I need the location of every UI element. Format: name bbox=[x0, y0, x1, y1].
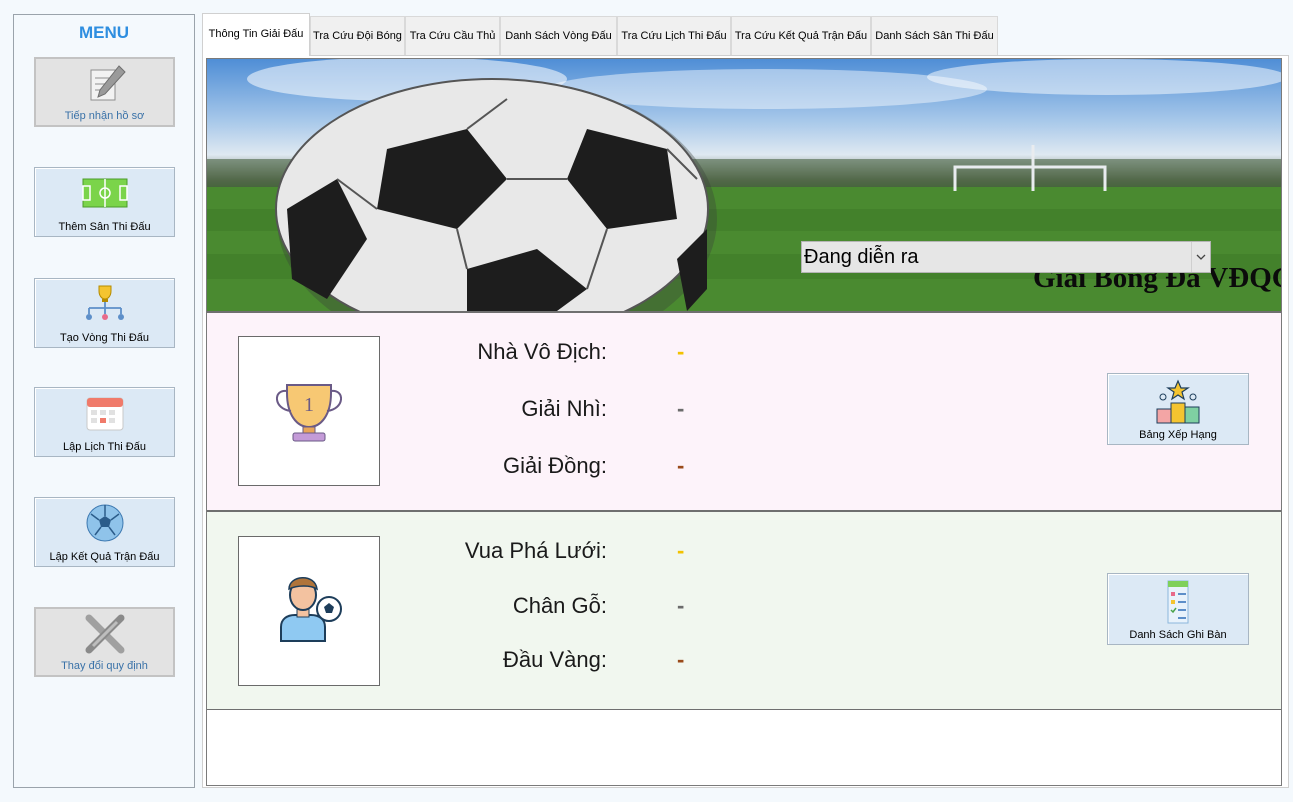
awards-section: 1 Nhà Vô Địch: - Giải Nhì: - Giải Đồng: … bbox=[207, 311, 1281, 510]
menu-button-label: Tiếp nhận hồ sơ bbox=[64, 110, 145, 122]
wooden-foot-value: - bbox=[677, 593, 685, 618]
status-selected-value: Đang diễn ra bbox=[804, 246, 919, 268]
podium-icon bbox=[1156, 379, 1200, 424]
ranking-table-button[interactable]: Bảng Xếp Hạng bbox=[1107, 373, 1249, 445]
menu-button-receive-profile[interactable]: Tiếp nhận hồ sơ bbox=[34, 57, 175, 127]
menu-title: MENU bbox=[78, 23, 130, 42]
ranking-table-label: Bảng Xếp Hạng bbox=[1139, 429, 1217, 441]
tab-result-lookup[interactable]: Tra Cứu Kết Quả Trận Đấu bbox=[731, 16, 871, 55]
tab-stadium-list[interactable]: Danh Sách Sân Thi Đấu bbox=[871, 16, 998, 55]
pencil-ruler-icon bbox=[85, 614, 124, 654]
menu-button-label: Thêm Sân Thi Đấu bbox=[58, 221, 151, 233]
tab-schedule-lookup[interactable]: Tra Cứu Lịch Thi Đấu bbox=[617, 16, 731, 55]
top-scorer-value: - bbox=[677, 538, 685, 563]
calendar-icon bbox=[86, 397, 123, 431]
scorer-list-button[interactable]: Danh Sách Ghi Bàn bbox=[1107, 573, 1249, 645]
tournament-bracket-icon bbox=[85, 285, 124, 320]
champion-value: - bbox=[677, 339, 685, 364]
banner: Giải Bóng Đá VĐQG 2019 bbox=[207, 59, 1281, 311]
chevron-down-icon bbox=[1191, 242, 1206, 272]
third-place-label: Giải Đồng: bbox=[503, 453, 607, 478]
scorer-list-label: Danh Sách Ghi Bàn bbox=[1129, 629, 1227, 641]
menu-button-create-round[interactable]: Tạo Vòng Thi Đấu bbox=[34, 278, 175, 348]
menu-button-change-rules[interactable]: Thay đổi quy định bbox=[34, 607, 175, 677]
checklist-icon bbox=[1167, 580, 1189, 624]
tab-tournament-info[interactable]: Thông Tin Giải Đấu bbox=[202, 13, 310, 56]
tab-player-lookup[interactable]: Tra Cứu Cầu Thủ bbox=[405, 16, 500, 55]
scorers-section: Vua Phá Lưới: - Chân Gỗ: - Đầu Vàng: - D… bbox=[207, 510, 1281, 710]
tournament-status-select[interactable]: Đang diễn ra bbox=[801, 241, 1211, 273]
runner-up-value: - bbox=[677, 396, 685, 421]
tab-team-lookup[interactable]: Tra Cứu Đội Bóng bbox=[310, 16, 405, 55]
wooden-foot-label: Chân Gỗ: bbox=[512, 593, 607, 618]
golden-head-label: Đầu Vàng: bbox=[503, 647, 607, 672]
menu-button-label: Lập Kết Quả Trận Đấu bbox=[49, 551, 160, 563]
champion-label: Nhà Vô Địch: bbox=[477, 339, 607, 364]
soccer-field-icon bbox=[81, 178, 128, 208]
menu-button-label: Lập Lịch Thi Đấu bbox=[63, 441, 146, 453]
third-place-value: - bbox=[677, 453, 685, 478]
menu-button-add-stadium[interactable]: Thêm Sân Thi Đấu bbox=[34, 167, 175, 237]
top-scorer-label: Vua Phá Lưới: bbox=[464, 538, 607, 563]
menu-button-label: Thay đổi quy định bbox=[61, 660, 148, 672]
runner-up-label: Giải Nhì: bbox=[521, 396, 607, 421]
tab-round-list[interactable]: Danh Sách Vòng Đấu bbox=[500, 16, 617, 55]
side-menu: MENU Tiếp nhận hồ sơ Thêm Sân Thi Đấu Tạ… bbox=[13, 14, 195, 788]
menu-button-schedule[interactable]: Lập Lịch Thi Đấu bbox=[34, 387, 175, 457]
menu-button-label: Tạo Vòng Thi Đấu bbox=[59, 332, 150, 344]
menu-button-match-result[interactable]: Lập Kết Quả Trận Đấu bbox=[34, 497, 175, 567]
soccer-ball-icon bbox=[86, 504, 123, 542]
edit-note-icon bbox=[90, 65, 126, 101]
golden-head-value: - bbox=[677, 647, 685, 672]
